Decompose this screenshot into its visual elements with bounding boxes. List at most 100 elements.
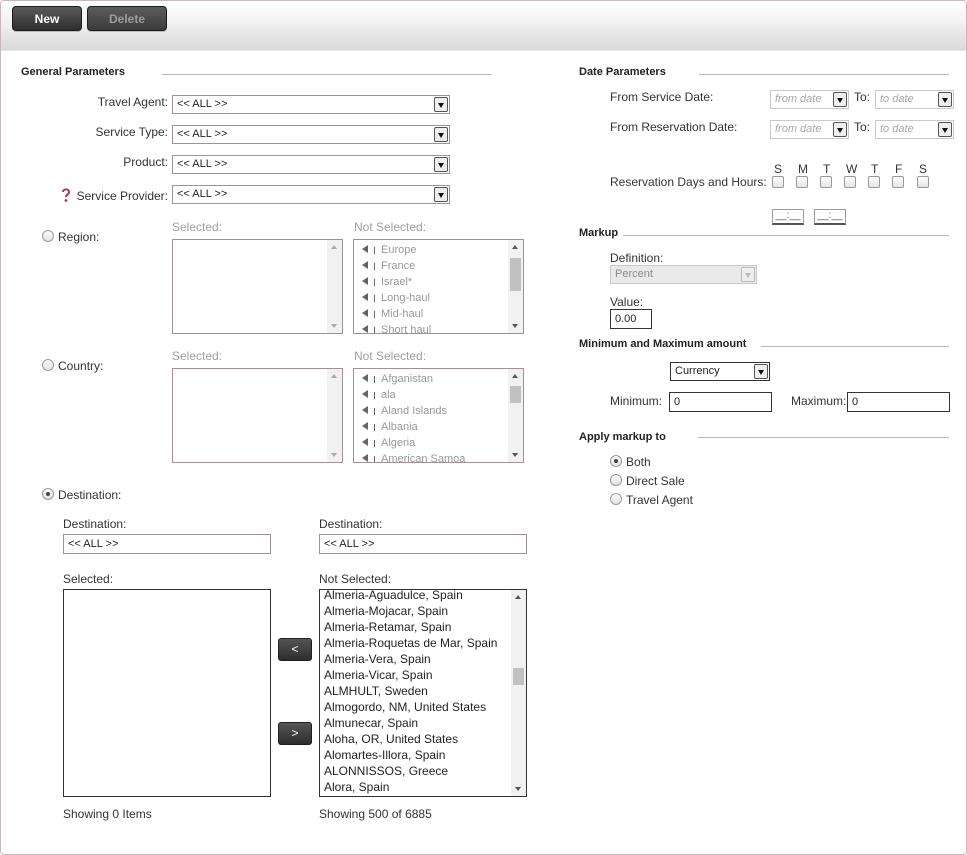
section-divider [699, 74, 949, 75]
list-item[interactable]: Mid-haul [362, 308, 423, 320]
travel-agent-select[interactable]: << ALL >> [172, 95, 450, 114]
country-selected-list[interactable] [172, 368, 343, 463]
list-item[interactable]: Almeria-Retamar, Spain [324, 620, 451, 634]
list-item[interactable]: France [362, 260, 415, 272]
time-to-input[interactable]: __:__ [814, 209, 846, 225]
destination-selected-filter-input[interactable]: << ALL >> [63, 534, 271, 554]
apply-direct-sale-radio[interactable] [610, 474, 622, 486]
destination-not-selected-filter-input[interactable]: << ALL >> [319, 534, 527, 554]
day-checkbox-monday[interactable] [796, 176, 808, 188]
service-type-select[interactable]: << ALL >> [172, 125, 450, 144]
apply-both-radio[interactable] [610, 455, 622, 467]
section-divider [698, 437, 949, 438]
list-item[interactable]: Albania [362, 421, 418, 433]
min-max-title: Minimum and Maximum amount [579, 338, 747, 350]
apply-both-label: Both [626, 455, 651, 469]
region-not-selected-label: Not Selected: [354, 220, 427, 234]
move-right-button[interactable]: > [278, 722, 312, 745]
scrollbar[interactable] [511, 590, 526, 796]
time-from-input[interactable]: __:__ [772, 209, 804, 225]
new-button[interactable]: New [12, 6, 82, 31]
currency-select[interactable]: Currency [670, 362, 770, 381]
from-service-date-placeholder: from date [775, 93, 822, 105]
maximum-input[interactable]: 0 [847, 392, 950, 412]
day-checkbox-wednesday[interactable] [844, 176, 856, 188]
list-item[interactable]: Almeria-Roquetas de Mar, Spain [324, 636, 497, 650]
list-item[interactable]: ala [362, 389, 396, 401]
list-item[interactable]: Aland Islands [362, 405, 447, 417]
currency-value: Currency [675, 365, 720, 377]
region-label: Region: [58, 230, 100, 244]
list-item[interactable]: Long-haul [362, 292, 430, 304]
to-reservation-date-picker[interactable]: to date [875, 120, 954, 139]
service-type-value: << ALL >> [177, 128, 228, 140]
list-item[interactable]: ALONNISSOS, Greece [324, 764, 448, 778]
day-checkbox-thursday[interactable] [868, 176, 880, 188]
day-checkbox-friday[interactable] [892, 176, 904, 188]
list-item[interactable]: Alora, Spain [324, 780, 389, 794]
list-item[interactable]: American Samoa [362, 453, 465, 462]
scrollbar[interactable] [327, 240, 342, 333]
calendar-dropdown-icon[interactable] [833, 92, 847, 107]
region-not-selected-list[interactable]: Europe France Israel* Long-haul Mid-haul… [353, 239, 524, 334]
list-item[interactable]: Almeria-Mojacar, Spain [324, 604, 448, 618]
day-checkbox-sunday[interactable] [772, 176, 784, 188]
list-item[interactable]: Israel* [362, 276, 412, 288]
move-left-button[interactable]: < [278, 638, 312, 661]
list-item[interactable]: Almeria-Vera, Spain [324, 652, 431, 666]
country-not-selected-list[interactable]: Afganistan ala Aland Islands Albania Alg… [353, 368, 524, 463]
day-checkbox-tuesday[interactable] [820, 176, 832, 188]
list-item[interactable]: Almogordo, NM, United States [324, 700, 486, 714]
day-label-tuesday: T [823, 162, 831, 176]
list-item[interactable]: Europe [362, 244, 416, 256]
region-selected-list[interactable] [172, 239, 343, 334]
list-item[interactable]: Aloha, OR, United States [324, 732, 458, 746]
region-radio[interactable] [42, 230, 54, 242]
list-item[interactable]: Almeria-Aguadulce, Spain [324, 590, 463, 602]
list-item[interactable]: Alomartes-Illora, Spain [324, 748, 445, 762]
destination-label: Destination: [58, 488, 122, 502]
scrollbar[interactable] [508, 369, 523, 462]
section-divider [761, 346, 949, 347]
day-label-thursday: T [871, 162, 879, 176]
service-provider-select[interactable]: << ALL >> [172, 185, 450, 204]
scrollbar[interactable] [327, 369, 342, 462]
from-service-date-picker[interactable]: from date [770, 90, 849, 109]
chevron-down-icon [434, 127, 448, 142]
list-item[interactable]: Short haul [362, 324, 431, 333]
travel-agent-label: Travel Agent: [97, 95, 168, 109]
destination-not-selected-list[interactable]: Almeria-Aguadulce, Spain Almeria-Mojacar… [319, 589, 527, 797]
from-reservation-date-placeholder: from date [775, 123, 822, 135]
product-select[interactable]: << ALL >> [172, 155, 450, 174]
minimum-input[interactable]: 0 [669, 392, 772, 412]
country-radio[interactable] [42, 359, 54, 371]
general-parameters-title: General Parameters [21, 66, 125, 78]
day-checkbox-saturday[interactable] [917, 176, 929, 188]
destination-selected-list[interactable] [63, 589, 271, 797]
calendar-dropdown-icon[interactable] [938, 92, 952, 107]
day-label-saturday: S [919, 162, 928, 176]
day-label-friday: F [895, 162, 903, 176]
list-item[interactable]: Almeria-Vicar, Spain [324, 668, 433, 682]
destination-radio[interactable] [42, 488, 54, 500]
markup-value-input[interactable]: 0.00 [610, 309, 652, 329]
list-item[interactable]: Afganistan [362, 373, 433, 385]
scrollbar[interactable] [508, 240, 523, 333]
travel-agent-value: << ALL >> [177, 98, 228, 110]
markup-rule-form: New Delete General Parameters Travel Age… [0, 0, 967, 855]
day-label-sunday: S [774, 162, 783, 176]
list-item[interactable]: Algeria [362, 437, 415, 449]
calendar-dropdown-icon[interactable] [938, 122, 952, 137]
chevron-down-icon [434, 97, 448, 112]
calendar-dropdown-icon[interactable] [833, 122, 847, 137]
list-item[interactable]: ALMHULT, Sweden [324, 684, 428, 698]
to-service-date-picker[interactable]: to date [875, 90, 954, 109]
country-not-selected-label: Not Selected: [354, 349, 427, 363]
definition-select[interactable]: Percent [610, 265, 757, 284]
list-item[interactable]: Almunecar, Spain [324, 716, 418, 730]
to-reservation-date-placeholder: to date [880, 123, 914, 135]
apply-travel-agent-radio[interactable] [610, 493, 622, 505]
from-reservation-date-picker[interactable]: from date [770, 120, 849, 139]
delete-button[interactable]: Delete [87, 6, 167, 31]
value-label: Value: [610, 295, 644, 309]
